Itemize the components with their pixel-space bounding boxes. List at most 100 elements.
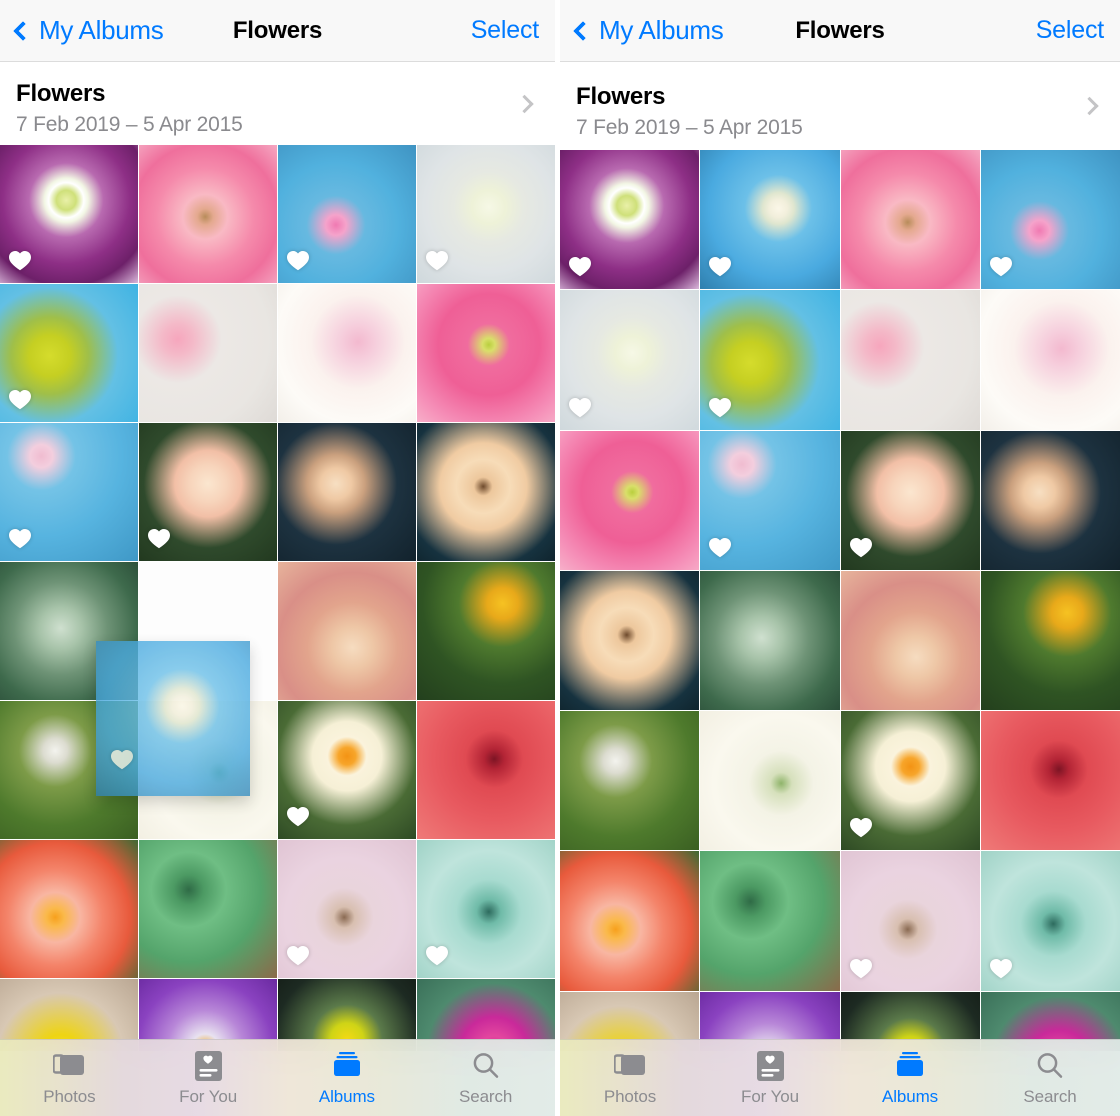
photo-thumbnail[interactable] [560, 711, 700, 851]
photo-image [139, 284, 277, 422]
photo-grid [560, 150, 1120, 1051]
for-you-card-icon [194, 1049, 222, 1083]
favorite-heart-icon [708, 536, 732, 558]
photo-thumbnail[interactable] [139, 423, 277, 561]
photo-thumbnail[interactable] [139, 145, 277, 283]
favorite-heart-icon [425, 944, 449, 966]
select-button[interactable]: Select [1036, 16, 1104, 45]
photo-image [560, 430, 700, 570]
photo-grid [0, 145, 555, 1051]
tab-search[interactable]: Search [416, 1049, 555, 1107]
tab-label: Albums [881, 1087, 939, 1106]
favorite-heart-icon [147, 527, 171, 549]
photo-thumbnail[interactable] [980, 711, 1120, 851]
back-to-my-albums-button[interactable]: My Albums [573, 15, 724, 46]
photo-thumbnail[interactable] [417, 840, 555, 978]
photo-thumbnail[interactable] [560, 570, 700, 710]
photo-thumbnail[interactable] [0, 840, 138, 978]
favorite-heart-icon [286, 249, 310, 271]
chevron-left-icon [573, 20, 593, 41]
back-to-my-albums-button[interactable]: My Albums [13, 15, 164, 46]
photo-thumbnail[interactable] [980, 290, 1120, 430]
tab-search[interactable]: Search [980, 1049, 1120, 1107]
photo-thumbnail[interactable] [560, 290, 700, 430]
photo-thumbnail[interactable] [700, 150, 840, 290]
photo-thumbnail[interactable] [417, 701, 555, 839]
album-date-range: 7 Feb 2019 – 5 Apr 2015 [16, 113, 243, 136]
tab-for-you[interactable]: For You [139, 1049, 278, 1107]
photo-thumbnail[interactable] [0, 423, 138, 561]
album-summary-row[interactable]: Flowers 7 Feb 2019 – 5 Apr 2015 [0, 62, 555, 145]
photo-thumbnail[interactable] [560, 150, 700, 290]
favorite-heart-icon [989, 255, 1013, 277]
photo-image [980, 430, 1120, 570]
photo-thumbnail[interactable] [0, 284, 138, 422]
photo-thumbnail[interactable] [840, 570, 980, 710]
photo-thumbnail[interactable] [560, 851, 700, 991]
tab-photos[interactable]: Photos [560, 1049, 700, 1107]
tab-label: Albums [318, 1087, 375, 1106]
albums-folder-icon [332, 1049, 362, 1083]
photo-image [278, 284, 416, 422]
album-name: Flowers [576, 82, 666, 110]
photo-thumbnail[interactable] [700, 570, 840, 710]
photo-image [840, 150, 980, 290]
select-button[interactable]: Select [471, 16, 539, 45]
photo-thumbnail[interactable] [840, 150, 980, 290]
photo-thumbnail[interactable] [278, 562, 416, 700]
photo-thumbnail[interactable] [278, 145, 416, 283]
photo-thumbnail[interactable] [700, 851, 840, 991]
photo-thumbnail[interactable] [0, 145, 138, 283]
photo-thumbnail[interactable] [417, 145, 555, 283]
photo-thumbnail[interactable] [417, 562, 555, 700]
favorite-heart-icon [110, 748, 134, 770]
photos-stack-icon [614, 1049, 646, 1083]
magnifier-icon [1035, 1049, 1065, 1083]
photo-thumbnail[interactable] [980, 851, 1120, 991]
photo-image [700, 711, 840, 851]
photo-image [560, 570, 700, 710]
tab-albums[interactable]: Albums [840, 1049, 980, 1107]
photo-thumbnail[interactable] [278, 701, 416, 839]
back-button-label: My Albums [599, 15, 724, 45]
photo-thumbnail[interactable] [980, 430, 1120, 570]
tab-albums[interactable]: Albums [278, 1049, 417, 1107]
photos-app-screen-before: My Albums Flowers Select Flowers 7 Feb 2… [0, 0, 555, 1116]
photo-thumbnail[interactable] [840, 711, 980, 851]
photo-thumbnail[interactable] [980, 150, 1120, 290]
photo-thumbnail[interactable] [700, 711, 840, 851]
photo-thumbnail[interactable] [700, 430, 840, 570]
magnifier-icon [471, 1049, 501, 1083]
photo-grid-scroll-area[interactable] [0, 145, 555, 1051]
photo-thumbnail[interactable] [139, 840, 277, 978]
favorite-heart-icon [568, 396, 592, 418]
photo-thumbnail[interactable] [417, 423, 555, 561]
favorite-heart-icon [849, 816, 873, 838]
photo-thumbnail[interactable] [417, 284, 555, 422]
photo-thumbnail[interactable] [840, 851, 980, 991]
favorite-heart-icon [8, 527, 32, 549]
photo-thumbnail[interactable] [278, 840, 416, 978]
photo-grid-scroll-area[interactable] [560, 150, 1120, 1051]
album-summary-row[interactable]: Flowers 7 Feb 2019 – 5 Apr 2015 [560, 62, 1120, 150]
photo-thumbnail[interactable] [139, 284, 277, 422]
photos-stack-icon [53, 1049, 85, 1083]
photo-thumbnail[interactable] [840, 430, 980, 570]
tab-photos[interactable]: Photos [0, 1049, 139, 1107]
tab-label: Search [458, 1087, 513, 1106]
drag-ghost-thumbnail[interactable] [96, 641, 250, 796]
album-date-range: 7 Feb 2019 – 5 Apr 2015 [576, 115, 803, 139]
photo-thumbnail[interactable] [560, 430, 700, 570]
photo-thumbnail[interactable] [980, 570, 1120, 710]
bottom-tab-bar: Photos For You Albums Search [560, 1039, 1120, 1116]
tab-for-you[interactable]: For You [700, 1049, 840, 1107]
tab-label: For You [179, 1087, 238, 1106]
photo-thumbnail[interactable] [278, 423, 416, 561]
photo-image [560, 851, 700, 991]
side-by-side-comparison: My Albums Flowers Select Flowers 7 Feb 2… [0, 0, 1120, 1116]
tab-label: Photos [43, 1087, 96, 1106]
photo-thumbnail[interactable] [278, 284, 416, 422]
photo-thumbnail[interactable] [700, 290, 840, 430]
photo-thumbnail[interactable] [840, 290, 980, 430]
favorite-heart-icon [849, 957, 873, 979]
